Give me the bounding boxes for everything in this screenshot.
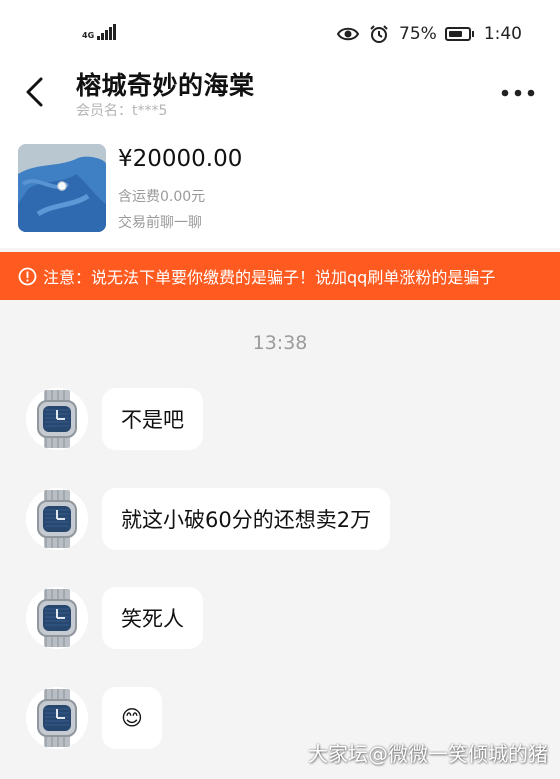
eye-icon xyxy=(337,26,360,42)
warning-banner: 注意：说无法下单要你缴费的是骗子！说加qq刷单涨粉的是骗子 xyxy=(0,252,560,300)
warning-text: 注意：说无法下单要你缴费的是骗子！说加qq刷单涨粉的是骗子 xyxy=(43,268,496,287)
signal-indicator: 4G xyxy=(82,24,117,40)
member-info: 会员名：t***5 xyxy=(76,100,167,120)
clock: 1:40 xyxy=(483,24,522,44)
avatar[interactable] xyxy=(26,488,88,550)
network-type: 4G xyxy=(82,31,95,40)
chat-title: 榕城奇妙的海棠 xyxy=(76,71,255,100)
message-row: 就这小破60分的还想卖2万 xyxy=(26,488,391,550)
message-bubble[interactable]: 😊 xyxy=(102,687,162,749)
product-card[interactable]: ¥20000.00 含运费0.00元 交易前聊一聊 xyxy=(0,130,560,248)
message-row: 笑死人 xyxy=(26,587,203,649)
battery-icon xyxy=(444,27,474,41)
message-bubble[interactable]: 笑死人 xyxy=(102,587,203,649)
alarm-icon xyxy=(369,24,389,44)
member-name: t***5 xyxy=(132,103,168,119)
info-circle-icon xyxy=(18,267,37,286)
avatar[interactable] xyxy=(26,587,88,649)
product-thumbnail[interactable] xyxy=(18,144,106,232)
message-bubble[interactable]: 就这小破60分的还想卖2万 xyxy=(102,488,391,550)
message-row: 不是吧 xyxy=(26,388,203,450)
chat-header: 榕城奇妙的海棠 会员名：t***5 xyxy=(0,60,560,130)
chevron-left-icon xyxy=(26,77,43,107)
status-bar: 4G 75% 1:40 xyxy=(0,0,560,60)
member-label: 会员名： xyxy=(76,103,132,119)
avatar[interactable] xyxy=(26,388,88,450)
avatar[interactable] xyxy=(26,687,88,749)
message-timestamp: 13:38 xyxy=(252,332,308,354)
message-row: 😊 xyxy=(26,687,162,749)
status-right: 75% 1:40 xyxy=(337,24,522,44)
chat-hint: 交易前聊一聊 xyxy=(118,215,202,231)
chat-screen: 4G 75% 1:40 榕城奇妙的海棠 会员名：t***5 ¥20000.00 … xyxy=(0,0,560,779)
watermark: 大家坛@微微一笑倾城的猪 xyxy=(308,742,548,766)
battery-percent: 75% xyxy=(399,24,437,44)
more-button[interactable] xyxy=(498,78,538,108)
message-bubble[interactable]: 不是吧 xyxy=(102,388,203,450)
shipping-info: 含运费0.00元 xyxy=(118,189,206,205)
product-price: ¥20000.00 xyxy=(118,146,243,172)
more-dots-icon xyxy=(501,89,535,97)
back-button[interactable] xyxy=(14,72,54,112)
